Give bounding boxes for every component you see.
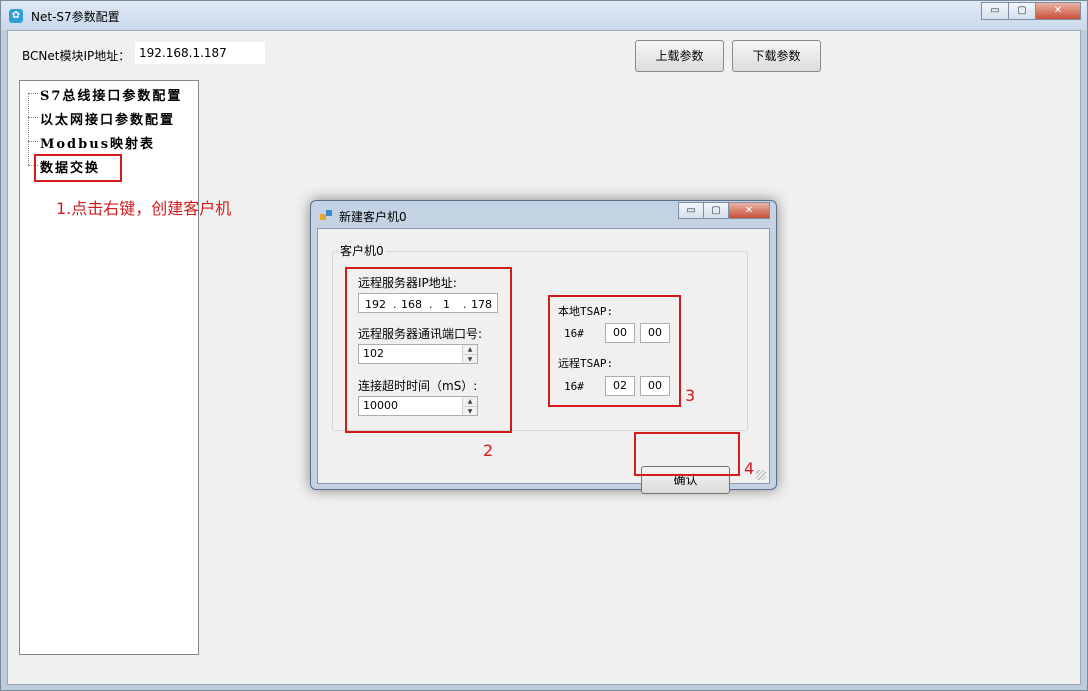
new-client-dialog: 新建客户机0 ▭ ▢ ✕ 客户机0 远程服务器IP地址: 192 . 168 .… — [310, 200, 777, 494]
tree-item-modbus-map[interactable]: Modbus映射表 — [40, 133, 155, 152]
module-ip-input[interactable]: 192.168.1.187 — [135, 42, 265, 64]
close-icon: ✕ — [1053, 5, 1063, 16]
annotation-step-4: 4 — [744, 459, 755, 478]
title-bar[interactable]: ✿ Net-S7参数配置 ▭ ▢ ✕ — [1, 1, 1087, 30]
minimize-button[interactable]: ▭ — [981, 2, 1009, 20]
minimize-icon: ▭ — [686, 205, 696, 216]
annotation-step-2: 2 — [483, 441, 494, 460]
dialog-minimize-button[interactable]: ▭ — [678, 202, 704, 219]
tree-connector — [28, 141, 38, 142]
close-icon: ✕ — [744, 205, 754, 216]
annotation-step-3: 3 — [685, 386, 696, 405]
dialog-window-controls: ▭ ▢ ✕ — [678, 202, 770, 219]
dialog-title: 新建客户机0 — [339, 210, 407, 224]
tree-item-ethernet[interactable]: 以太网接口参数配置 — [40, 109, 175, 128]
annotation-box-4 — [634, 432, 740, 476]
config-tree: S7总线接口参数配置 以太网接口参数配置 Modbus映射表 数据交换 1.点击… — [19, 80, 231, 655]
upload-params-button[interactable]: 上载参数 — [635, 40, 724, 72]
annotation-step-1: 1.点击右键，创建客户机 — [56, 199, 232, 218]
window-title: Net-S7参数配置 — [31, 10, 120, 24]
dialog-close-button[interactable]: ✕ — [728, 202, 770, 219]
window-icon — [320, 210, 333, 221]
maximize-icon: ▢ — [1017, 5, 1027, 16]
annotation-box-1 — [34, 154, 122, 182]
maximize-button[interactable]: ▢ — [1008, 2, 1036, 20]
dialog-maximize-button[interactable]: ▢ — [703, 202, 729, 219]
tree-connector — [28, 117, 38, 118]
window-controls: ▭ ▢ ✕ — [981, 2, 1081, 20]
tree-connector — [28, 93, 29, 165]
minimize-icon: ▭ — [990, 5, 1000, 16]
gear-icon: ✿ — [9, 9, 23, 23]
annotation-box-3 — [548, 295, 681, 407]
tree-connector — [28, 93, 38, 94]
module-ip-label: BCNet模块IP地址： — [22, 49, 131, 63]
resize-grip[interactable] — [756, 470, 766, 480]
close-button[interactable]: ✕ — [1035, 2, 1081, 20]
dialog-body: 客户机0 远程服务器IP地址: 192 . 168 . 1 . 178 远程服务… — [317, 228, 770, 494]
tree-item-s7-bus[interactable]: S7总线接口参数配置 — [40, 85, 182, 104]
annotation-box-2 — [345, 267, 512, 433]
download-params-button[interactable]: 下载参数 — [732, 40, 821, 72]
client-group-label: 客户机0 — [338, 242, 386, 259]
maximize-icon: ▢ — [711, 205, 721, 216]
